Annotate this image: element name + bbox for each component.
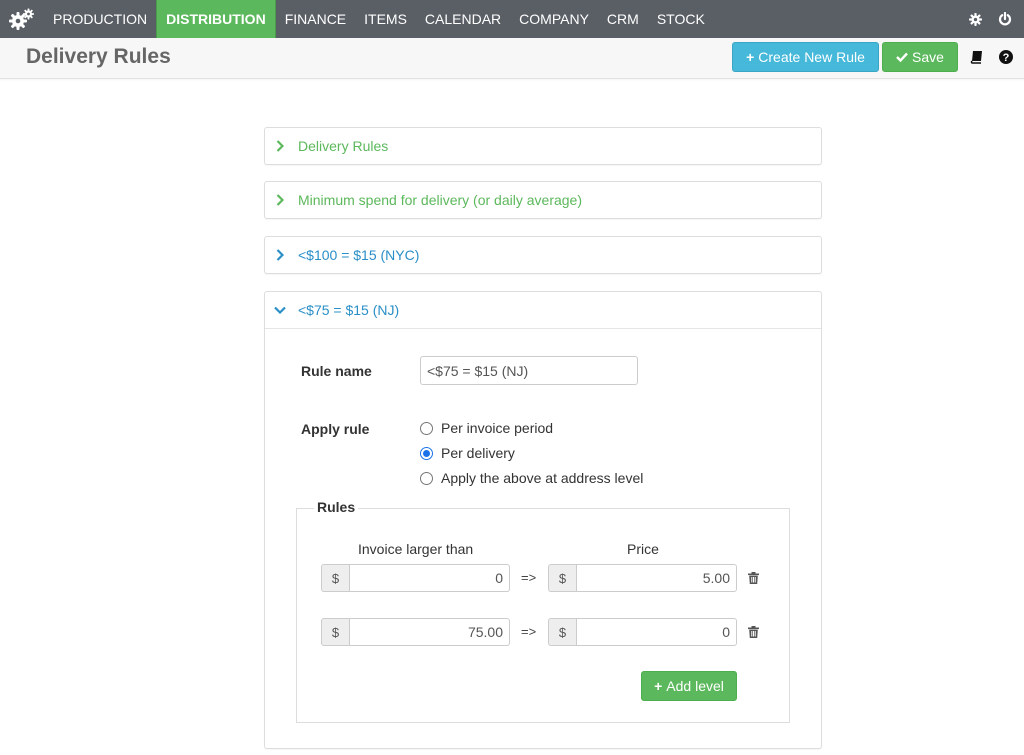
panel-header-rule-nyc[interactable]: <$100 = $15 (NYC) — [265, 237, 821, 273]
nav-production[interactable]: PRODUCTION — [44, 0, 156, 38]
add-level-label: Add level — [666, 678, 724, 694]
currency-addon: $ — [548, 564, 576, 592]
price-input[interactable] — [576, 564, 737, 592]
panel-title: Delivery Rules — [298, 138, 389, 154]
price-input[interactable] — [576, 618, 737, 646]
panel-header-rule-nj[interactable]: <$75 = $15 (NJ) — [265, 292, 821, 329]
rule-name-label: Rule name — [301, 363, 372, 379]
chevron-right-icon — [273, 248, 287, 262]
radio-address-level[interactable]: Apply the above at address level — [420, 470, 643, 486]
column-header-price: Price — [627, 541, 659, 557]
nav-crm[interactable]: CRM — [598, 0, 648, 38]
nav-company[interactable]: COMPANY — [510, 0, 598, 38]
column-header-invoice: Invoice larger than — [358, 541, 474, 557]
panel-header-minimum-spend[interactable]: Minimum spend for delivery (or daily ave… — [265, 182, 821, 218]
arrow-separator: => — [521, 624, 537, 639]
rule-name-input[interactable] — [420, 356, 638, 385]
nav-items[interactable]: ITEMS — [355, 0, 416, 38]
chevron-down-icon — [273, 303, 287, 317]
gears-logo-icon[interactable] — [0, 0, 44, 38]
invoice-threshold-input[interactable] — [349, 618, 510, 646]
apply-rule-label: Apply rule — [301, 421, 370, 437]
currency-addon: $ — [321, 564, 349, 592]
nav-finance[interactable]: FINANCE — [276, 0, 355, 38]
radio-button[interactable] — [420, 421, 433, 435]
nav-stock[interactable]: STOCK — [648, 0, 714, 38]
panel-rule-nyc: <$100 = $15 (NYC) — [264, 236, 822, 274]
invoice-threshold-input[interactable] — [349, 564, 510, 592]
panel-delivery-rules: Delivery Rules — [264, 127, 822, 165]
chevron-right-icon — [273, 193, 287, 207]
nav-calendar[interactable]: CALENDAR — [416, 0, 510, 38]
save-button[interactable]: Save — [882, 42, 958, 72]
panel-header-delivery-rules[interactable]: Delivery Rules — [265, 128, 821, 164]
currency-addon: $ — [548, 618, 576, 646]
page-title: Delivery Rules — [26, 45, 171, 68]
top-nav: PRODUCTION DISTRIBUTION FINANCE ITEMS CA… — [0, 0, 1024, 38]
panel-title: <$75 = $15 (NJ) — [298, 302, 400, 318]
currency-addon: $ — [321, 618, 349, 646]
trash-icon[interactable] — [746, 571, 760, 585]
gear-icon[interactable] — [967, 11, 983, 27]
panel-minimum-spend: Minimum spend for delivery (or daily ave… — [264, 181, 822, 219]
svg-text:?: ? — [1003, 52, 1010, 64]
nav-distribution[interactable]: DISTRIBUTION — [156, 0, 276, 38]
plus-icon: + — [654, 678, 663, 694]
create-new-rule-label: Create New Rule — [758, 49, 865, 65]
arrow-separator: => — [521, 570, 537, 585]
check-icon — [896, 49, 908, 65]
help-icon[interactable]: ? — [998, 49, 1014, 65]
radio-per-invoice-period[interactable]: Per invoice period — [420, 420, 553, 436]
radio-button[interactable] — [420, 446, 433, 460]
radio-per-delivery[interactable]: Per delivery — [420, 445, 515, 461]
page-header: Delivery Rules + Create New Rule Save ? — [0, 38, 1024, 79]
trash-icon[interactable] — [746, 625, 760, 639]
radio-button[interactable] — [420, 471, 433, 485]
book-icon[interactable] — [969, 49, 985, 65]
power-icon[interactable] — [997, 11, 1013, 27]
chevron-right-icon — [273, 139, 287, 153]
radio-label: Per delivery — [441, 445, 515, 461]
save-label: Save — [912, 49, 944, 65]
radio-label: Per invoice period — [441, 420, 554, 436]
panel-title: Minimum spend for delivery (or daily ave… — [298, 192, 582, 208]
create-new-rule-button[interactable]: + Create New Rule — [732, 42, 879, 72]
panel-title: <$100 = $15 (NYC) — [298, 247, 420, 263]
plus-icon: + — [746, 49, 755, 65]
rules-legend: Rules — [314, 499, 359, 515]
radio-label: Apply the above at address level — [441, 470, 644, 486]
add-level-button[interactable]: + Add level — [641, 671, 737, 701]
